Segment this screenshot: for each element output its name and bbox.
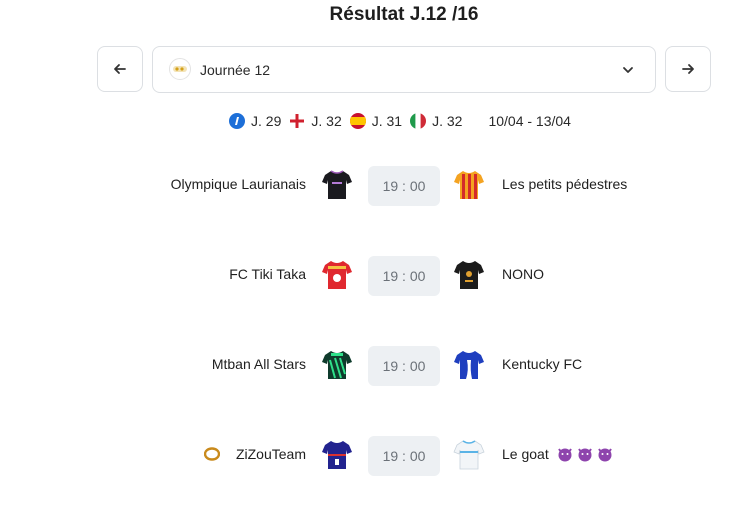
home-team-name: Mtban All Stars bbox=[211, 356, 306, 372]
away-team-name: Les petits pédestres bbox=[502, 176, 628, 192]
spain-flag-icon bbox=[349, 113, 366, 129]
away-jersey-icon bbox=[454, 261, 484, 289]
round-dates: 10/04 - 13/04 bbox=[488, 113, 571, 129]
match-row[interactable]: FC Tiki Taka 19 : 00 NONO bbox=[0, 256, 750, 296]
match-time: 19 : 00 bbox=[368, 166, 440, 206]
match-time: 19 : 00 bbox=[368, 346, 440, 386]
arrow-right-icon bbox=[682, 64, 694, 74]
purple-devil-emoji-icon bbox=[597, 448, 612, 462]
league-round-label: J. 31 bbox=[371, 113, 403, 129]
away-team-name: NONO bbox=[502, 266, 544, 282]
page-title: Résultat J.12 /16 bbox=[329, 4, 479, 25]
home-jersey-icon bbox=[322, 351, 352, 379]
away-jersey-icon bbox=[454, 171, 484, 199]
away-team-name: Le goat bbox=[502, 446, 613, 462]
previous-round-button[interactable] bbox=[97, 46, 143, 92]
away-jersey-icon bbox=[453, 440, 485, 470]
home-jersey-icon bbox=[322, 170, 352, 199]
league-item: J. 32 bbox=[289, 113, 342, 129]
league-logo-icon bbox=[169, 58, 191, 80]
round-select-label: Journée 12 bbox=[200, 62, 271, 78]
match-time: 19 : 00 bbox=[368, 436, 440, 476]
home-team-name: ZiZouTeam bbox=[203, 446, 306, 462]
leagues-info-row: J. 29 J. 32 J. 31 J. 32 10/04 - 13/04 bbox=[0, 113, 750, 129]
league-item: J. 31 bbox=[349, 113, 403, 129]
match-time: 19 : 00 bbox=[368, 256, 440, 296]
home-jersey-icon bbox=[322, 441, 352, 469]
ligue1-icon bbox=[229, 113, 246, 129]
away-team-name: Kentucky FC bbox=[502, 356, 583, 372]
match-row[interactable]: Mtban All Stars 19 : 00 Kentucky FC bbox=[0, 346, 750, 386]
away-jersey-icon bbox=[454, 351, 484, 379]
italy-flag-icon bbox=[410, 113, 427, 129]
purple-devil-emoji-icon bbox=[557, 448, 572, 462]
home-jersey-icon bbox=[322, 261, 352, 289]
purple-devil-emoji-icon bbox=[577, 448, 592, 462]
match-row[interactable]: Olympique Laurianais 19 : 00 Les petits … bbox=[0, 166, 750, 206]
match-row[interactable]: ZiZouTeam 19 : 00 Le goat bbox=[0, 436, 750, 476]
home-team-label: ZiZouTeam bbox=[235, 446, 306, 462]
league-item: J. 32 bbox=[410, 113, 462, 129]
england-flag-icon bbox=[289, 113, 306, 129]
league-item: J. 29 bbox=[229, 113, 281, 129]
league-round-label: J. 32 bbox=[311, 113, 342, 129]
league-round-label: J. 29 bbox=[251, 113, 282, 129]
league-round-label: J. 32 bbox=[432, 113, 463, 129]
chevron-down-icon bbox=[623, 67, 633, 73]
ring-icon bbox=[203, 447, 220, 461]
round-select[interactable]: Journée 12 bbox=[152, 46, 656, 93]
away-team-label: Le goat bbox=[502, 446, 549, 462]
home-team-name: FC Tiki Taka bbox=[229, 266, 306, 282]
next-round-button[interactable] bbox=[665, 46, 711, 92]
arrow-left-icon bbox=[114, 64, 126, 74]
home-team-name: Olympique Laurianais bbox=[170, 176, 306, 192]
